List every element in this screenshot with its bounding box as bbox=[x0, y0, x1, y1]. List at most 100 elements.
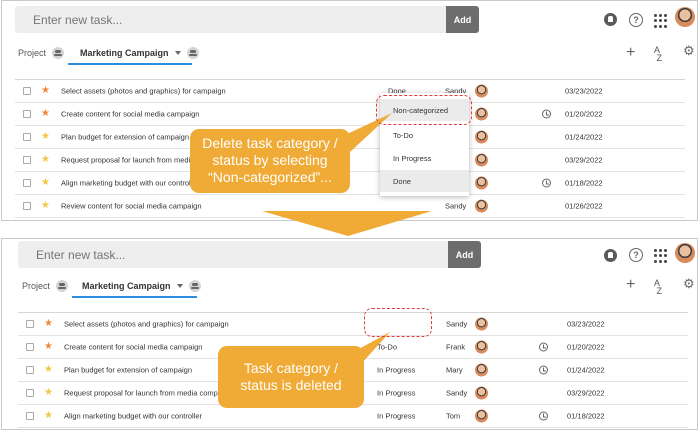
chevron-down-icon[interactable] bbox=[176, 284, 183, 288]
task-due-date[interactable]: 01/20/2022 bbox=[567, 343, 605, 352]
task-title[interactable]: Create content for social media campaign bbox=[61, 110, 199, 119]
checkbox[interactable] bbox=[23, 202, 31, 210]
star-icon[interactable]: ★ bbox=[41, 155, 50, 165]
checkbox[interactable] bbox=[23, 179, 31, 187]
task-row[interactable]: ★ Align marketing budget with our control… bbox=[18, 405, 688, 428]
task-title[interactable]: Select assets (photos and graphics) for … bbox=[61, 87, 226, 96]
task-row[interactable]: ★ Align marketing budget with our control… bbox=[15, 172, 685, 195]
task-row[interactable]: ★ Select assets (photos and graphics) for… bbox=[15, 80, 685, 103]
task-row[interactable]: ★ Create content for social media campaig… bbox=[15, 103, 685, 126]
star-icon[interactable]: ★ bbox=[41, 178, 50, 188]
task-row[interactable]: ★ Request proposal for launch from media 0… bbox=[15, 149, 685, 172]
alarm-clock-icon[interactable] bbox=[542, 109, 551, 119]
task-due-date[interactable]: 01/20/2022 bbox=[565, 110, 603, 119]
task-title[interactable]: Create content for social media campaign bbox=[64, 343, 202, 352]
checkbox[interactable] bbox=[23, 110, 31, 118]
task-title[interactable]: Select assets (photos and graphics) for … bbox=[64, 320, 229, 329]
task-title[interactable]: Plan budget for extension of campaign bbox=[64, 366, 192, 375]
assignee-avatar[interactable] bbox=[475, 386, 488, 400]
bell-icon[interactable] bbox=[604, 249, 617, 262]
checkbox[interactable] bbox=[26, 366, 34, 374]
checkbox[interactable] bbox=[23, 87, 31, 95]
assignee-avatar[interactable] bbox=[475, 84, 488, 98]
star-icon[interactable]: ★ bbox=[44, 319, 53, 329]
help-icon[interactable]: ? bbox=[629, 248, 643, 262]
task-due-date[interactable]: 03/29/2022 bbox=[567, 389, 605, 398]
task-due-date[interactable]: 01/18/2022 bbox=[567, 412, 605, 421]
task-title[interactable]: Align marketing budget with our controll… bbox=[64, 412, 202, 421]
tab-marketing-campaign[interactable]: Marketing Campaign bbox=[80, 47, 199, 59]
task-status[interactable]: In Progress bbox=[377, 412, 415, 421]
task-row[interactable]: ★ Plan budget for extension of campaign 01… bbox=[15, 126, 685, 149]
tab-marketing-campaign[interactable]: Marketing Campaign bbox=[82, 280, 201, 292]
task-assignee[interactable]: Sandy bbox=[446, 389, 467, 398]
star-icon[interactable]: ★ bbox=[41, 132, 50, 142]
dropdown-item-in-progress[interactable]: In Progress bbox=[380, 147, 469, 169]
alarm-clock-icon[interactable] bbox=[539, 365, 548, 375]
assignee-avatar[interactable] bbox=[475, 363, 488, 377]
checkbox[interactable] bbox=[23, 156, 31, 164]
star-icon[interactable]: ★ bbox=[44, 365, 53, 375]
assignee-avatar[interactable] bbox=[475, 409, 488, 423]
checkbox[interactable] bbox=[26, 412, 34, 420]
task-status[interactable]: In Progress bbox=[377, 366, 415, 375]
task-title[interactable]: Request proposal for launch from media bbox=[61, 156, 194, 165]
assignee-avatar[interactable] bbox=[475, 199, 488, 213]
task-assignee[interactable]: Frank bbox=[446, 343, 465, 352]
task-status[interactable]: In Progress bbox=[377, 389, 415, 398]
star-icon[interactable]: ★ bbox=[44, 411, 53, 421]
plus-icon[interactable]: + bbox=[626, 44, 635, 62]
checkbox[interactable] bbox=[23, 133, 31, 141]
star-icon[interactable]: ★ bbox=[44, 388, 53, 398]
assignee-avatar[interactable] bbox=[475, 340, 488, 354]
star-icon[interactable]: ★ bbox=[44, 342, 53, 352]
star-icon[interactable]: ★ bbox=[41, 109, 50, 119]
plus-icon[interactable]: + bbox=[626, 276, 635, 294]
task-row[interactable]: ★ Review content for social media campaig… bbox=[15, 195, 685, 218]
star-icon[interactable]: ★ bbox=[41, 86, 50, 96]
help-icon[interactable]: ? bbox=[629, 13, 643, 27]
task-due-date[interactable]: 01/26/2022 bbox=[565, 202, 603, 211]
dropdown-item-todo[interactable]: To-Do bbox=[380, 124, 469, 146]
assignee-avatar[interactable] bbox=[475, 107, 488, 121]
task-assignee[interactable]: Sandy bbox=[446, 320, 467, 329]
alarm-clock-icon[interactable] bbox=[539, 342, 548, 352]
task-due-date[interactable]: 01/24/2022 bbox=[567, 366, 605, 375]
task-due-date[interactable]: 01/24/2022 bbox=[565, 133, 603, 142]
alarm-clock-icon[interactable] bbox=[539, 411, 548, 421]
task-assignee[interactable]: Mary bbox=[446, 366, 463, 375]
task-due-date[interactable]: 03/29/2022 bbox=[565, 156, 603, 165]
checkbox[interactable] bbox=[26, 389, 34, 397]
alarm-clock-icon[interactable] bbox=[542, 178, 551, 188]
add-task-button[interactable]: Add bbox=[446, 6, 479, 33]
tab-project[interactable]: Project bbox=[22, 280, 69, 292]
task-assignee[interactable]: Sandy bbox=[445, 202, 466, 211]
apps-icon[interactable] bbox=[654, 249, 668, 263]
dropdown-item-done[interactable]: Done bbox=[380, 170, 469, 192]
checkbox[interactable] bbox=[26, 320, 34, 328]
new-task-input[interactable] bbox=[15, 6, 446, 33]
assignee-avatar[interactable] bbox=[475, 317, 488, 331]
user-avatar[interactable] bbox=[675, 7, 695, 27]
assignee-avatar[interactable] bbox=[475, 153, 488, 167]
task-title[interactable]: Request proposal for launch from media c… bbox=[64, 389, 218, 398]
tab-project[interactable]: Project bbox=[18, 47, 65, 59]
chevron-down-icon[interactable] bbox=[174, 51, 181, 55]
sort-az-icon[interactable]: A Z bbox=[654, 46, 668, 63]
task-due-date[interactable]: 03/23/2022 bbox=[567, 320, 605, 329]
gear-icon[interactable]: ⚙ bbox=[683, 276, 695, 292]
apps-icon[interactable] bbox=[654, 14, 668, 28]
checkbox[interactable] bbox=[26, 343, 34, 351]
assignee-avatar[interactable] bbox=[475, 130, 488, 144]
bell-icon[interactable] bbox=[604, 13, 617, 26]
user-avatar[interactable] bbox=[675, 243, 695, 263]
task-assignee[interactable]: Tom bbox=[446, 412, 460, 421]
task-status[interactable]: To-Do bbox=[377, 343, 397, 352]
task-row[interactable]: ★ Select assets (photos and graphics) for… bbox=[18, 313, 688, 336]
add-task-button[interactable]: Add bbox=[448, 241, 481, 268]
new-task-input[interactable] bbox=[18, 241, 448, 268]
task-title[interactable]: Plan budget for extension of campaign bbox=[61, 133, 189, 142]
star-icon[interactable]: ★ bbox=[41, 201, 50, 211]
sort-az-icon[interactable]: A Z bbox=[654, 279, 668, 296]
gear-icon[interactable]: ⚙ bbox=[683, 43, 695, 59]
